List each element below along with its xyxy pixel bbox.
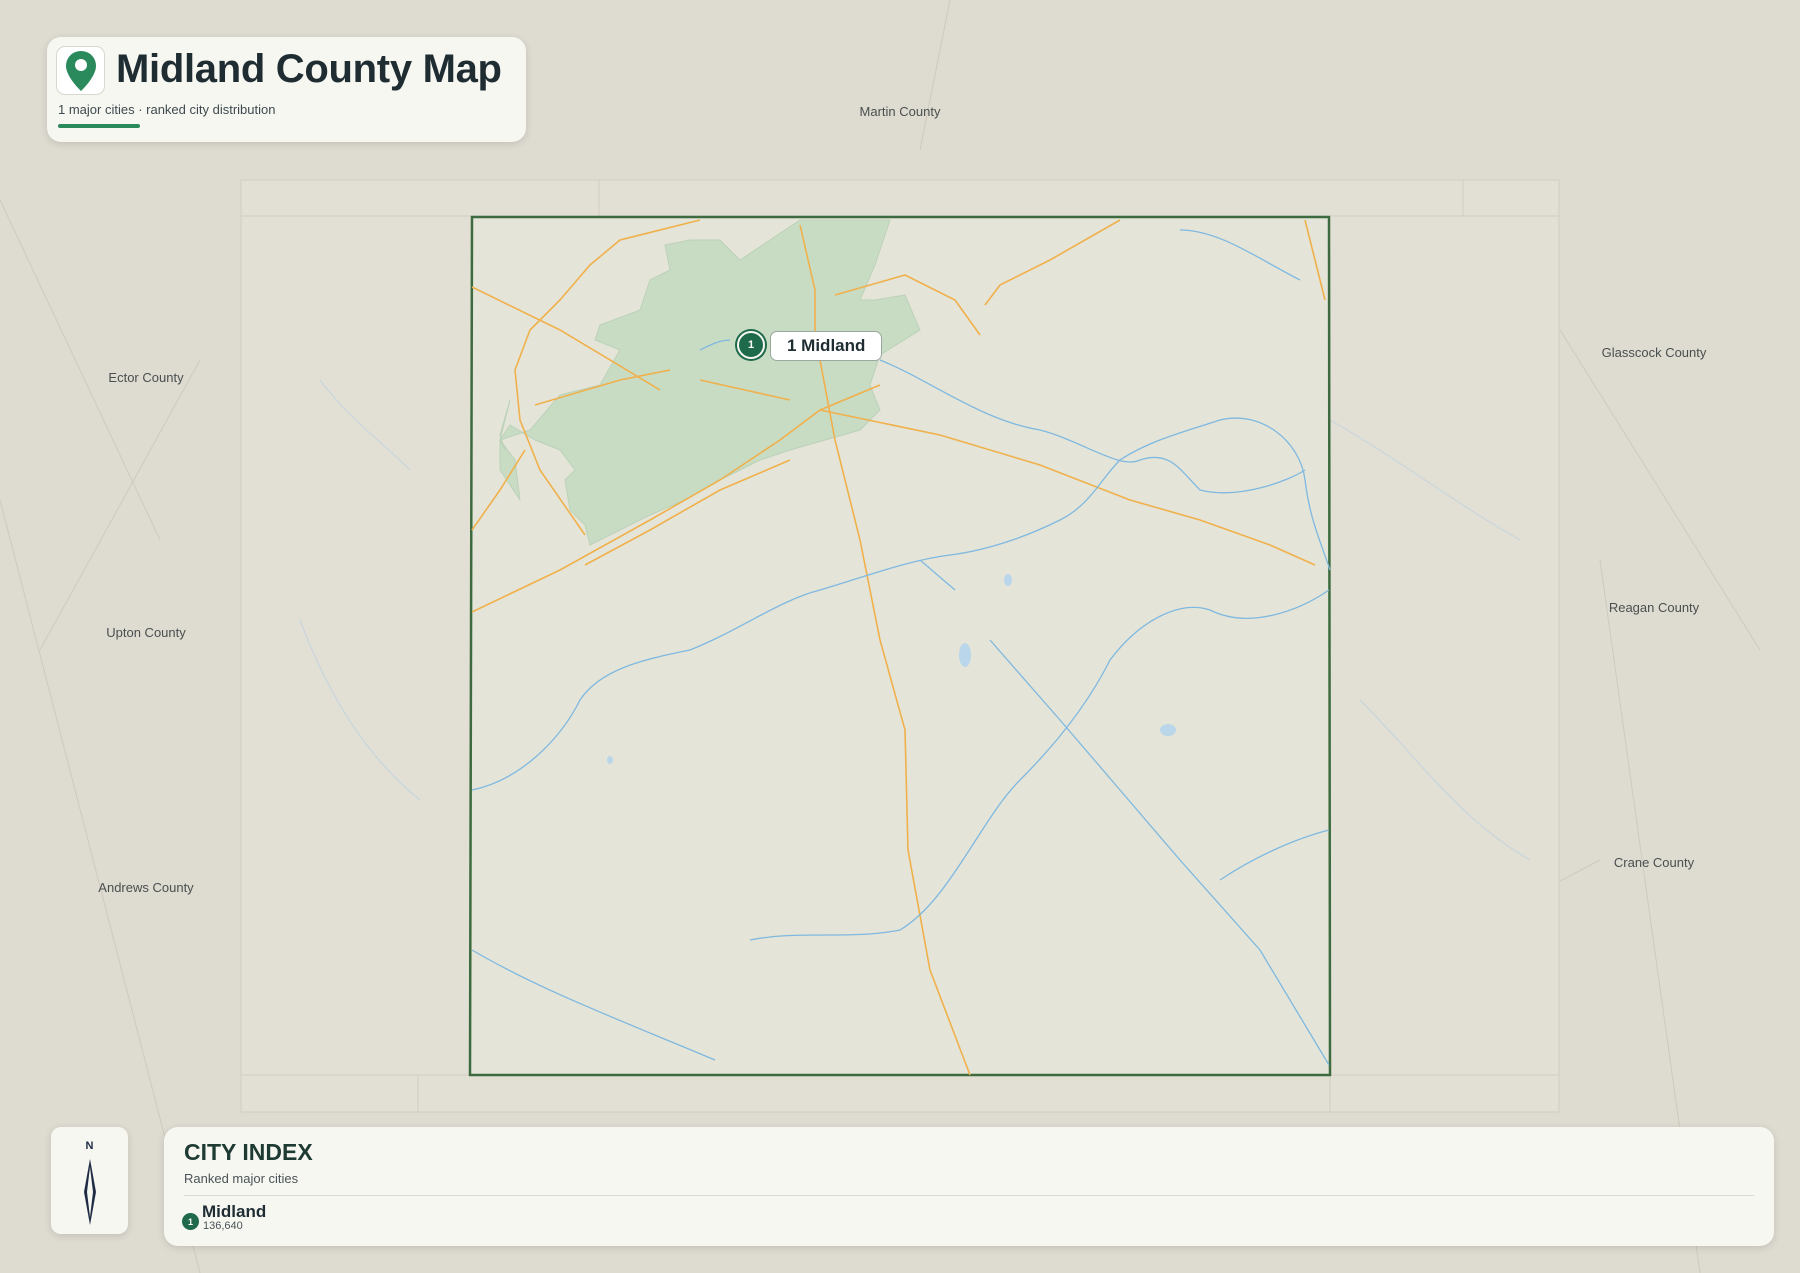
title-card: Midland County Map 1 major cities · rank…: [47, 37, 526, 142]
city-marker-midland[interactable]: 1: [737, 331, 765, 359]
city-index-panel: CITY INDEX Ranked major cities 1 Midland…: [164, 1127, 1774, 1246]
neighbor-label-reagan: Reagan County: [1608, 600, 1700, 615]
neighbor-label-crane: Crane County: [1613, 855, 1695, 870]
city-label-midland[interactable]: 1 Midland: [770, 331, 883, 361]
page-title: Midland County Map: [116, 47, 502, 91]
rank-badge: 1: [182, 1213, 199, 1230]
city-index-subtitle: Ranked major cities: [184, 1171, 299, 1186]
neighbor-label-andrews: Andrews County: [98, 880, 194, 895]
page-subtitle: 1 major cities · ranked city distributio…: [58, 102, 276, 117]
neighbor-label-martin: Martin County: [859, 104, 941, 119]
compass: N: [51, 1127, 128, 1234]
neighbor-label-glasscock: Glasscock County: [1601, 345, 1707, 360]
title-underline: [58, 124, 140, 128]
neighbor-label-upton: Upton County: [106, 625, 186, 640]
map-canvas[interactable]: [0, 0, 1800, 1273]
city-index-title: CITY INDEX: [184, 1139, 313, 1165]
city-population: 136,640: [203, 1220, 243, 1232]
divider: [184, 1195, 1754, 1196]
compass-icon: [84, 1159, 96, 1225]
map-pin-icon: [56, 46, 105, 95]
compass-north-label: N: [85, 1140, 94, 1152]
neighbor-label-ector: Ector County: [108, 370, 184, 385]
city-name: Midland: [202, 1202, 267, 1221]
